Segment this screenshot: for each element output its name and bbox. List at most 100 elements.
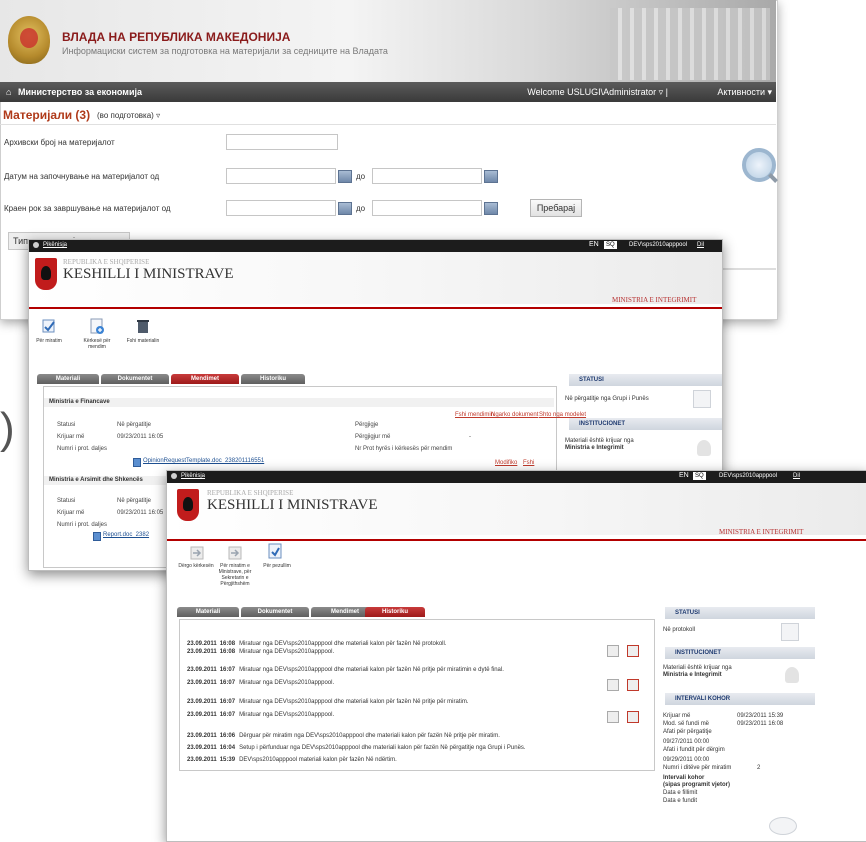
materials-title[interactable]: Материјали (3) [3,108,90,122]
start-date-label: Data e fillimit [663,790,698,796]
history-row: 23.09.2011 15:39 DEV\sps2010apppool materi… [187,757,397,763]
language-sq-link[interactable]: SQ [693,472,706,480]
search-button[interactable]: Пребарај [530,199,582,217]
history-text: Miratuar nga DEV\sps2010apppool dhe mate… [239,641,447,647]
toolbar-suspend-label[interactable]: Për pezullim [259,563,295,569]
status-value: Në përgatitje [117,498,152,504]
tab-documents[interactable]: Dokumentet [101,374,169,384]
section-title: Ministria e Arsimit dhe Shkencës [49,477,143,483]
deadline-from-input[interactable] [226,200,336,216]
tab-history[interactable]: Historiku [365,607,425,617]
divider [0,124,776,125]
history-row: 23.09.2011 16:07 Miratuar nga DEV\sps2010a… [187,699,469,705]
sidebar-status-header: STATUSI [569,374,722,386]
suspend-icon[interactable] [267,543,283,559]
created-label: Krijuar më [57,510,85,516]
tab-history[interactable]: Historiku [241,374,305,384]
header-divider [29,307,722,309]
gear-icon[interactable] [171,473,177,479]
history-time: 15:39 [219,757,236,763]
approval-ministers-icon[interactable] [227,545,243,561]
ministry-link[interactable]: Министерство за економија [18,87,142,97]
end-date-label: Data e fundit [663,798,698,804]
incoming-protocol-label: Nr Prot hyrës i kërkesës për mendim [355,446,453,452]
language-sq-link[interactable]: SQ [604,241,617,249]
start-date-label: Датум на започнување на материјалот од [4,172,160,181]
toolbar-request-opinion-label[interactable]: Kërkesë për mendim [79,338,115,350]
calendar-icon[interactable] [484,202,498,215]
deadline-to-input[interactable] [372,200,482,216]
calendar-icon[interactable] [338,170,352,183]
history-time: 16:07 [219,680,236,686]
history-date: 23.09.2011 [187,680,217,686]
send-request-icon[interactable] [189,545,205,561]
status-check-icon [781,623,799,641]
logout-link[interactable]: Dil [697,242,704,248]
archive-number-input[interactable] [226,134,338,150]
start-date-from-input[interactable] [226,168,336,184]
calendar-icon[interactable] [338,202,352,215]
history-row: 23.09.2011 16:08 Miratuar nga DEV\sps2010a… [187,649,334,655]
toolbar-delete-label[interactable]: Fshi materialin [121,338,165,344]
approve-icon[interactable] [41,318,57,334]
toolbar-approve-label[interactable]: Për miratim [31,338,67,344]
modified-label: Mod. së fundi më [663,721,710,727]
archive-number-label: Архивски број на материјалот [4,138,115,147]
document-icon[interactable] [607,711,619,723]
language-en-link[interactable]: EN [589,241,599,248]
tab-material[interactable]: Materiali [37,374,99,384]
sidebar-institutions-header: INSTITUCIONET [569,418,722,430]
delete-opinion-link[interactable]: Fshi mendimin [455,412,494,418]
council-title: KESHILLI I MINISTRAVE [207,497,378,513]
home-icon[interactable]: ⌂ [6,87,11,97]
delete-link[interactable]: Fshi [523,460,534,466]
pdf-icon[interactable] [627,645,639,657]
document-icon[interactable] [607,679,619,691]
outgoing-protocol-label: Numri i prot. daljes [57,446,108,452]
government-subtitle: Информациски систем за подготовка на мат… [62,46,388,56]
history-row: 23.09.2011 16:07 Miratuar nga DEV\sps2010a… [187,680,334,686]
language-en-link[interactable]: EN [679,472,689,479]
tab-material[interactable]: Materiali [177,607,239,617]
trash-icon[interactable] [135,318,151,334]
logout-link[interactable]: Dil [793,473,800,479]
government-building-image [610,8,770,80]
request-opinion-icon[interactable] [89,318,105,334]
response-label: Përgjigje [355,422,379,428]
home-link[interactable]: Pikënisja [43,242,67,248]
to-label: до [356,172,366,181]
approval-days-label: Numri i ditëve për miratim [663,765,732,771]
pdf-icon[interactable] [627,711,639,723]
toolbar-approval-ministers-label[interactable]: Për miratim e Ministrave, për Sekretarin… [215,563,255,587]
republic-label: REPUBLIKA E SHQIPERISE [207,489,294,497]
word-document-icon [93,532,101,541]
tab-documents[interactable]: Dokumentet [241,607,309,617]
deadline-prep-date: 09/27/2011 00:00 [663,739,710,745]
home-link[interactable]: Pikënisja [181,473,205,479]
gear-icon[interactable] [33,242,39,248]
start-date-to-input[interactable] [372,168,482,184]
tab-opinions[interactable]: Mendimet [171,374,239,384]
history-text: Miratuar nga DEV\sps2010apppool. [239,680,335,686]
document-link[interactable]: OpinionRequestTemplate.doc_238201116551 [143,458,264,464]
document-icon[interactable] [607,645,619,657]
welcome-user-menu[interactable]: Welcome USLUGI\Administrator ▿ | [527,87,668,98]
deadline-prep-label: Afati për përgatitje [663,729,712,735]
upload-document-link[interactable]: Ngarko dokument [491,412,538,418]
albanian-eagle-icon [35,258,57,290]
created-label: Krijuar më [57,434,85,440]
document-link[interactable]: Report.doc_2382 [103,532,149,538]
status-check-icon [693,390,711,408]
modify-link[interactable]: Modifiko [495,460,517,466]
pdf-icon[interactable] [627,679,639,691]
status-label: Statusi [57,498,76,504]
top-bar: Pikënisja EN SQ DEV\sps2010apppool Dil [29,240,722,252]
council-title: KESHILLI I MINISTRAVE [63,266,234,282]
ministry-label: MINISTRIA E INTEGRIMIT [719,528,804,536]
clock-icon [769,817,797,835]
calendar-icon[interactable] [484,170,498,183]
materials-status-filter[interactable]: (во подготовка) ▿ [97,111,160,120]
activities-menu[interactable]: Активности ▾ [717,87,772,98]
sidebar-status-header: STATUSI [665,607,815,619]
toolbar-send-request-label[interactable]: Dërgo kërkesën [173,563,219,569]
